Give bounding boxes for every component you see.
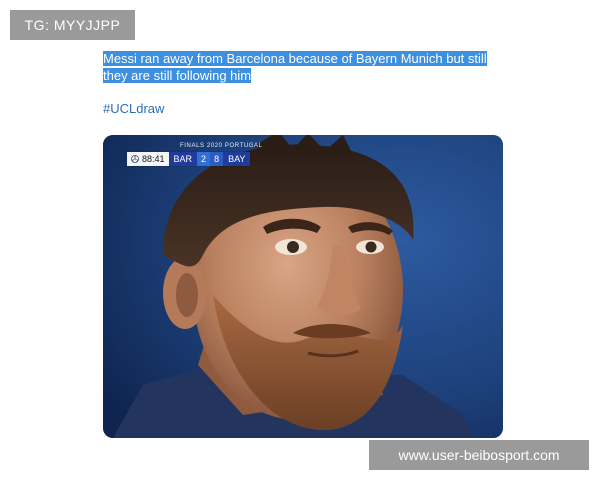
watermark-top: TG: MYYJJPP xyxy=(10,10,135,40)
home-score: 2 xyxy=(197,152,211,166)
home-team: BAR xyxy=(168,152,198,166)
scorebug-title: FINALS 2020 PORTUGAL xyxy=(180,143,263,149)
hashtag-link[interactable]: #UCLdraw xyxy=(103,101,164,116)
player-photo xyxy=(103,135,503,438)
tweet-text-selected[interactable]: Messi ran away from Barcelona because of… xyxy=(103,51,487,83)
away-score: 8 xyxy=(210,152,224,166)
clock-value: 88:41 xyxy=(142,154,165,164)
tweet-text: Messi ran away from Barcelona because of… xyxy=(103,50,503,84)
scorebug: 88:41 BAR 2 8 BAY xyxy=(127,152,251,166)
tweet-image[interactable] xyxy=(103,135,503,438)
watermark-bottom: www.user-beibosport.com xyxy=(369,440,589,470)
match-clock: 88:41 xyxy=(127,152,169,166)
champions-league-ball-icon xyxy=(131,155,139,163)
away-team: BAY xyxy=(223,152,251,166)
